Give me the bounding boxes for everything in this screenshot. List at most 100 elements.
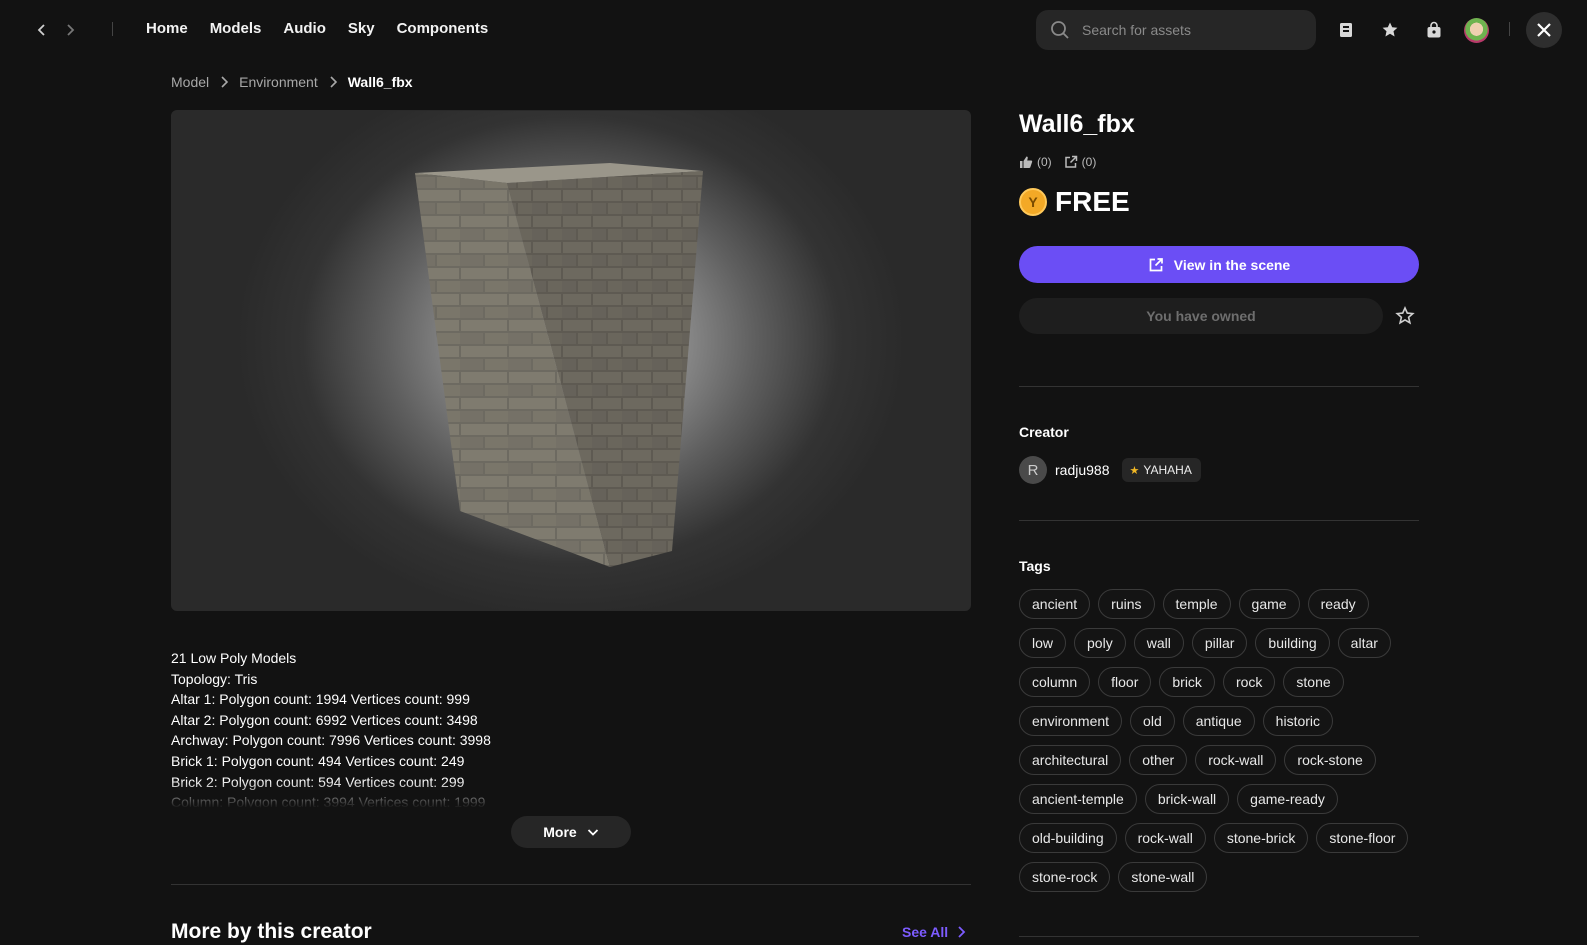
creator-heading: Creator (1019, 424, 1069, 440)
breadcrumb-environment[interactable]: Environment (239, 74, 318, 90)
tag-chip[interactable]: low (1019, 628, 1067, 658)
favorite-star-icon[interactable] (1395, 306, 1415, 326)
tag-chip[interactable]: game (1238, 589, 1300, 619)
creator-badge: ★ YAHAHA (1121, 458, 1201, 482)
description-line: Archway: Polygon count: 7996 Vertices co… (171, 732, 491, 749)
price-label: FREE (1055, 186, 1130, 217)
tag-chip[interactable]: old-building (1019, 823, 1117, 853)
description-line: Column: Polygon count: 3994 Vertices cou… (171, 794, 486, 808)
tag-chip[interactable]: brick-wall (1144, 784, 1230, 814)
breadcrumb: Model Environment Wall6_fbx (171, 74, 413, 90)
model-viewer[interactable] (171, 110, 971, 611)
see-all-link[interactable]: See All (902, 924, 966, 940)
tag-chip[interactable]: antique (1182, 706, 1255, 736)
breadcrumb-model[interactable]: Model (171, 74, 209, 90)
creator-name[interactable]: radju988 (1055, 462, 1110, 478)
tag-chip[interactable]: rock (1222, 667, 1276, 697)
tag-chip[interactable]: environment (1019, 706, 1123, 736)
description-line: Brick 1: Polygon count: 494 Vertices cou… (171, 752, 465, 769)
creator-avatar[interactable]: R (1019, 456, 1047, 484)
tag-chip[interactable]: other (1129, 745, 1188, 775)
library-button[interactable] (1334, 18, 1358, 42)
divider (1019, 520, 1419, 521)
likes-count: (0) (1037, 155, 1052, 169)
view-in-scene-label: View in the scene (1173, 256, 1291, 273)
top-bar: Home Models Audio Sky Components (0, 0, 1587, 60)
tag-chip[interactable]: stone-rock (1019, 862, 1111, 892)
chevron-right-icon (330, 76, 337, 88)
description-line: Altar 2: Polygon count: 6992 Vertices co… (171, 711, 478, 728)
tags-heading: Tags (1019, 558, 1051, 574)
creator-info[interactable]: R radju988 ★ YAHAHA (1019, 456, 1201, 484)
search-input[interactable] (1082, 22, 1302, 38)
description-line: Topology: Tris (171, 670, 258, 687)
chevron-down-icon (587, 829, 598, 836)
tag-chip[interactable]: stone-wall (1118, 862, 1208, 892)
main-menu: Home Models Audio Sky Components (146, 20, 510, 37)
view-in-scene-button[interactable]: View in the scene (1019, 246, 1419, 283)
tag-chip[interactable]: ruins (1098, 589, 1155, 619)
tag-chip[interactable]: brick (1159, 667, 1215, 697)
menu-item-sky[interactable]: Sky (348, 20, 375, 37)
purchases-button[interactable] (1422, 18, 1446, 42)
tag-chip[interactable]: ancient-temple (1019, 784, 1137, 814)
tag-chip[interactable]: stone-brick (1213, 823, 1309, 853)
back-button[interactable] (30, 18, 54, 42)
tag-chip[interactable]: game-ready (1237, 784, 1338, 814)
coin-symbol: Y (1028, 194, 1038, 210)
tag-chip[interactable]: column (1019, 667, 1091, 697)
tag-chip[interactable]: building (1255, 628, 1330, 658)
chevron-right-icon (67, 24, 75, 36)
star-icon (1382, 22, 1398, 37)
forward-button[interactable] (58, 18, 82, 42)
menu-item-audio[interactable]: Audio (283, 20, 326, 37)
tag-chip[interactable]: stone-floor (1316, 823, 1409, 853)
price: Y FREE (1019, 186, 1130, 218)
chevron-right-icon (221, 76, 229, 88)
tag-chip[interactable]: poly (1074, 628, 1126, 658)
tag-chip[interactable]: temple (1162, 589, 1231, 619)
menu-item-components[interactable]: Components (397, 20, 489, 37)
divider (1019, 936, 1419, 937)
close-button[interactable] (1526, 12, 1562, 48)
tag-chip[interactable]: rock-stone (1284, 745, 1376, 775)
tag-chip[interactable]: architectural (1019, 745, 1122, 775)
user-avatar[interactable] (1464, 18, 1489, 43)
description-line: Altar 1: Polygon count: 1994 Vertices co… (171, 691, 470, 708)
close-icon (1537, 23, 1551, 37)
tag-chip[interactable]: wall (1133, 628, 1184, 658)
asset-description: 21 Low Poly Models Topology: Tris Altar … (171, 648, 971, 808)
tag-chip[interactable]: old (1130, 706, 1175, 736)
search-bar[interactable] (1036, 10, 1316, 50)
shares-count: (0) (1081, 155, 1097, 169)
tag-chip[interactable]: ready (1307, 589, 1369, 619)
coin-icon: Y (1019, 188, 1047, 216)
search-icon (1051, 21, 1069, 39)
tag-chip[interactable]: altar (1337, 628, 1391, 658)
thumbs-up-icon[interactable] (1019, 155, 1033, 169)
asset-title: Wall6_fbx (1019, 110, 1135, 138)
description-line: 21 Low Poly Models (171, 650, 297, 666)
see-all-label: See All (902, 924, 949, 940)
menu-item-models[interactable]: Models (210, 20, 262, 37)
tag-chip[interactable]: pillar (1191, 628, 1248, 658)
more-by-creator-heading: More by this creator (171, 920, 372, 943)
menu-item-home[interactable]: Home (146, 20, 188, 37)
share-icon[interactable] (1064, 155, 1078, 169)
tag-chip[interactable]: ancient (1019, 589, 1091, 619)
favorites-button[interactable] (1378, 18, 1402, 42)
tag-chip[interactable]: stone (1283, 667, 1344, 697)
creator-initial: R (1027, 461, 1039, 479)
tag-chip[interactable]: floor (1098, 667, 1152, 697)
shopping-bag-icon (1427, 21, 1441, 38)
asset-stats: (0) (0) (1019, 155, 1096, 169)
tag-chip[interactable]: rock-wall (1124, 823, 1206, 853)
external-link-icon (1149, 257, 1163, 271)
owned-button: You have owned (1019, 298, 1383, 334)
tag-chip[interactable]: rock-wall (1195, 745, 1277, 775)
model-preview-image (415, 163, 703, 567)
description-line: Brick 2: Polygon count: 594 Vertices cou… (171, 773, 465, 790)
tag-chip[interactable]: historic (1262, 706, 1334, 736)
more-button[interactable]: More (511, 816, 631, 848)
tag-list: ancient ruins temple game ready low poly wall pi… (1019, 589, 1419, 892)
